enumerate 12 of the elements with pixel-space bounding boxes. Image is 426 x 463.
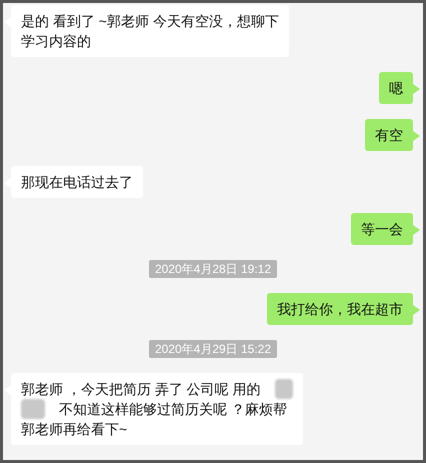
message-text: 等一会 [361,220,403,239]
message-text: 郭老师 ，今天把简历 弄了 公司呢 用的 [21,380,261,399]
timestamp: 2020年4月29日 15:22 [148,340,278,358]
timestamp: 2020年4月28日 19:12 [148,260,278,278]
message-text: 我打给你，我在超市 [277,300,403,319]
message-text: 嗯 [389,79,403,98]
message-text: 那现在电话过去了 [21,173,133,192]
message-text: 是的 看到了 ~郭老师 今天有空没，想聊下 [21,12,279,31]
message-text: 不知道这样能够过简历关呢 ？麻烦帮 [59,400,287,419]
message-text: 学习内容的 [21,32,91,51]
message-text: 郭老师再给看下~ [21,420,128,439]
message-text: 有空 [375,126,403,145]
